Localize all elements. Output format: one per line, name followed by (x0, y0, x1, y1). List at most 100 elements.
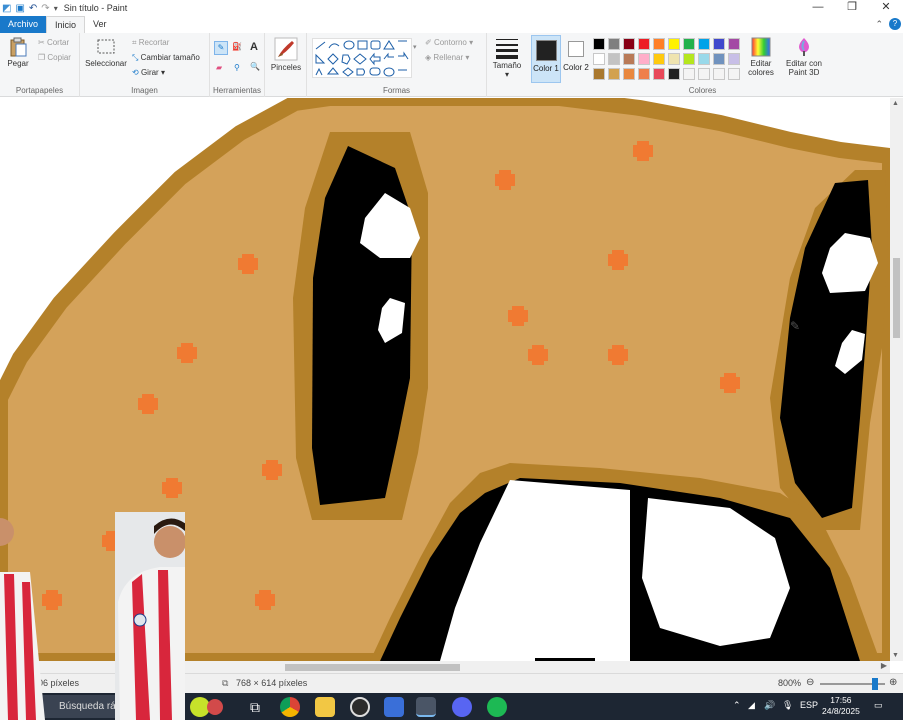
save-icon[interactable]: ▣ (15, 3, 24, 14)
language-indicator[interactable]: ESP (800, 700, 818, 710)
fill-bucket-icon[interactable]: ⛽ (232, 42, 242, 51)
color-picker-icon[interactable]: ⚲ (234, 63, 240, 72)
zoom-slider-thumb[interactable] (872, 678, 879, 690)
scroll-right-icon[interactable]: ▶ (881, 661, 887, 670)
redo-icon[interactable]: ↷ (41, 3, 49, 14)
pencil-icon[interactable]: ✎ (214, 41, 228, 55)
media-app-icon[interactable] (350, 697, 370, 717)
zoom-in-icon[interactable]: ⊕ (889, 677, 897, 688)
group-brushes[interactable]: Pinceles (265, 33, 307, 97)
roblox-icon[interactable] (384, 697, 404, 717)
cut-button[interactable]: ✂ Cortar (38, 38, 69, 47)
color-swatch[interactable] (728, 38, 740, 50)
color-swatch[interactable] (713, 68, 725, 80)
brushes-button[interactable]: Pinceles (269, 37, 303, 72)
color-swatch[interactable] (593, 53, 605, 65)
color-swatch[interactable] (698, 38, 710, 50)
minimize-button[interactable]: — (801, 0, 835, 16)
shapes-scroll-icon[interactable]: ▾ (413, 43, 417, 51)
color-swatch[interactable] (683, 38, 695, 50)
color-swatch[interactable] (638, 53, 650, 65)
select-label: Seleccionar (85, 59, 127, 68)
paint-taskbar-icon[interactable] (416, 697, 436, 717)
shapes-gallery[interactable] (312, 38, 412, 78)
tab-ver[interactable]: Ver (85, 16, 115, 33)
discord-icon[interactable] (452, 697, 472, 717)
color2-label: Color 2 (563, 63, 589, 72)
maximize-button[interactable]: ❐ (835, 0, 869, 16)
crop-button[interactable]: ⌗ Recortar (132, 38, 169, 48)
color-swatch[interactable] (623, 38, 635, 50)
color-swatch[interactable] (593, 68, 605, 80)
outline-button[interactable]: ✐ Contorno ▾ (425, 38, 473, 47)
text-tool-icon[interactable]: A (250, 41, 258, 53)
edit-colors-button[interactable]: Editar colores (745, 33, 777, 97)
magnifier-icon[interactable]: 🔍 (250, 62, 260, 71)
paste-button[interactable]: Pegar (4, 37, 32, 68)
taskbar-clock[interactable]: 17:56 24/8/2025 (822, 695, 860, 717)
color-swatch[interactable] (683, 53, 695, 65)
color-swatch[interactable] (713, 53, 725, 65)
file-explorer-icon[interactable] (315, 697, 335, 717)
undo-icon[interactable]: ↶ (29, 3, 37, 14)
task-view-icon[interactable]: ⧉ (245, 697, 265, 717)
color1-label: Color 1 (533, 64, 559, 73)
tab-archivo[interactable]: Archivo (0, 16, 47, 33)
edit-paint3d-button[interactable]: Editar con Paint 3D (780, 33, 828, 97)
webcam-video (0, 512, 185, 720)
color-swatch[interactable] (653, 53, 665, 65)
microphone-icon[interactable]: 🎙 (782, 700, 793, 711)
eraser-icon[interactable]: ▰ (216, 63, 222, 72)
help-icon[interactable]: ? (889, 18, 901, 30)
color-swatch[interactable] (668, 53, 680, 65)
fill-button[interactable]: ◈ Rellenar ▾ (425, 53, 469, 62)
zoom-out-icon[interactable]: ⊖ (806, 677, 814, 688)
color-swatch[interactable] (728, 53, 740, 65)
network-icon[interactable]: ◢ (748, 700, 755, 711)
paint-window: ◩ ▣ ↶ ↷ ▾ Sin título - Paint — ❐ ✕ Archi… (0, 0, 903, 720)
close-button[interactable]: ✕ (869, 0, 903, 16)
tab-inicio[interactable]: Inicio (46, 16, 86, 33)
paint3d-control[interactable]: Editar con Paint 3D (780, 37, 828, 77)
copy-button[interactable]: ❐ Copiar (38, 53, 71, 62)
color-swatch[interactable] (623, 53, 635, 65)
color-swatch[interactable] (608, 68, 620, 80)
tennis-racket-icon[interactable] (207, 699, 223, 715)
edit-colors-control[interactable]: Editar colores (745, 37, 777, 77)
color-swatch[interactable] (668, 68, 680, 80)
color-swatch[interactable] (683, 68, 695, 80)
rotate-button[interactable]: ⟲ Girar ▾ (132, 68, 165, 77)
color-swatch[interactable] (653, 38, 665, 50)
color-swatch[interactable] (593, 38, 605, 50)
spotify-icon[interactable] (487, 697, 507, 717)
color-swatch[interactable] (653, 68, 665, 80)
color-wheel-icon (751, 37, 771, 57)
notifications-icon[interactable]: ▭ (874, 700, 883, 711)
scroll-up-icon[interactable]: ▲ (892, 100, 899, 107)
vertical-scroll-thumb[interactable] (893, 258, 900, 338)
tray-overflow-icon[interactable]: ⌃ (733, 700, 741, 711)
select-button[interactable]: Seleccionar (84, 37, 128, 68)
customize-qat-icon[interactable]: ▾ (54, 4, 58, 13)
color-swatch[interactable] (713, 38, 725, 50)
color-swatch[interactable] (608, 38, 620, 50)
color-swatch[interactable] (668, 38, 680, 50)
scroll-down-icon[interactable]: ▼ (892, 652, 899, 659)
ribbon-collapse-icon[interactable]: ⌃ (875, 19, 883, 30)
size-button[interactable]: Tamaño ▾ (487, 33, 527, 97)
color-swatch[interactable] (638, 68, 650, 80)
color-swatch[interactable] (698, 68, 710, 80)
person-shirt (118, 567, 185, 720)
color-swatch[interactable] (728, 68, 740, 80)
color-swatch[interactable] (623, 68, 635, 80)
color-swatch[interactable] (638, 38, 650, 50)
volume-icon[interactable]: 🔊 (764, 700, 775, 711)
color-swatch[interactable] (698, 53, 710, 65)
size-control[interactable]: Tamaño ▾ (491, 37, 523, 79)
color1-button[interactable]: Color 1 (531, 35, 561, 83)
vertical-scrollbar[interactable]: ▲ ▼ (890, 98, 903, 661)
horizontal-scroll-thumb[interactable] (285, 664, 460, 671)
color-swatch[interactable] (608, 53, 620, 65)
chrome-icon[interactable] (280, 697, 300, 717)
resize-button[interactable]: ⤡ Cambiar tamaño (132, 53, 200, 63)
